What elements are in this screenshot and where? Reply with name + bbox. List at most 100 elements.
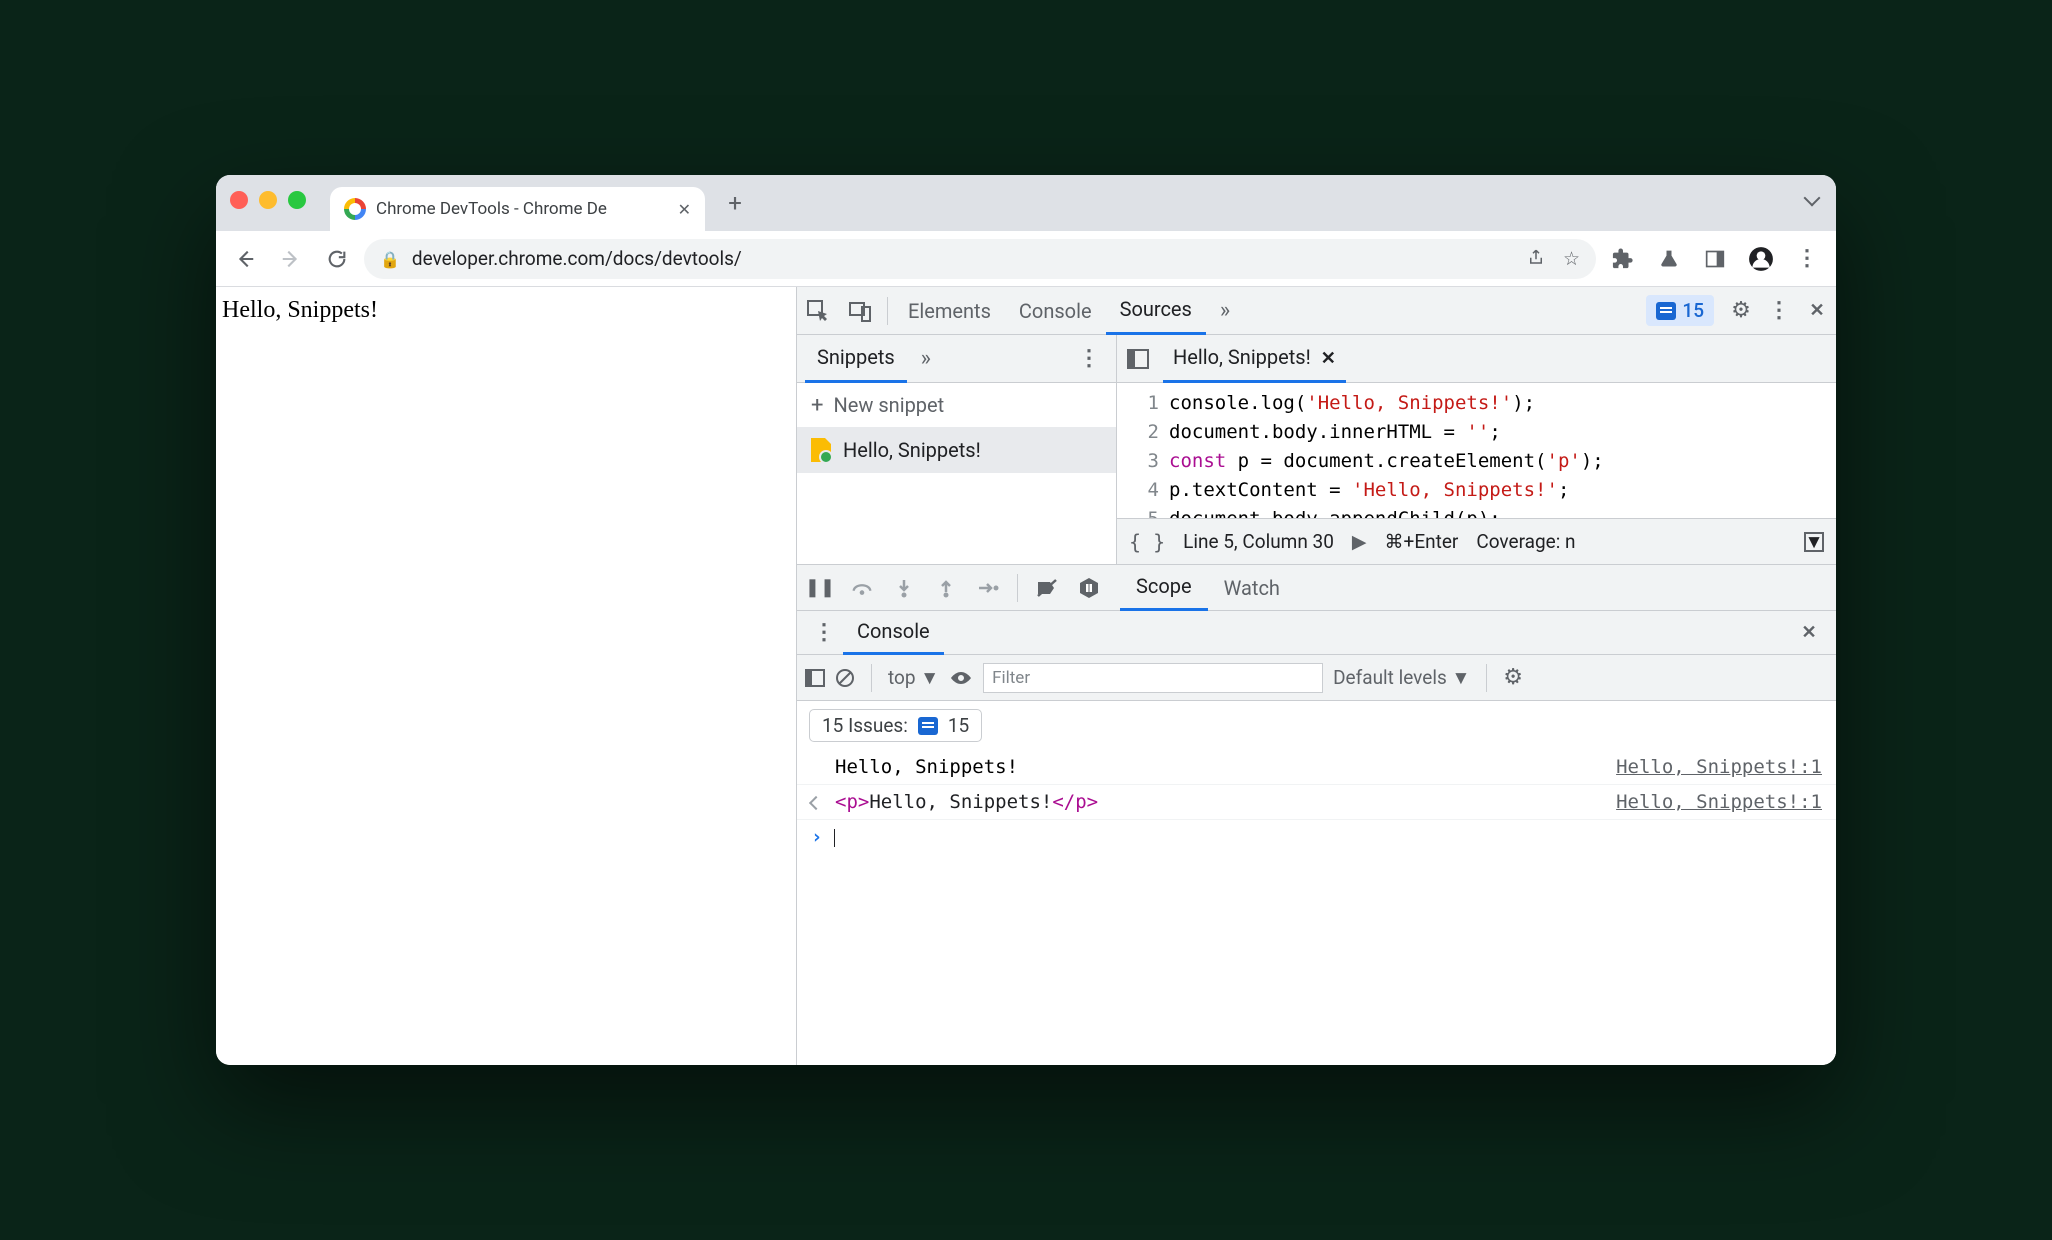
avatar-icon (1748, 246, 1774, 272)
pause-button[interactable]: ❚❚ (801, 569, 839, 607)
step-over-button[interactable] (843, 569, 881, 607)
levels-selector[interactable]: Default levels ▼ (1333, 666, 1470, 690)
console-messages: Hello, Snippets! Hello, Snippets!:1 <p>H… (797, 750, 1836, 1065)
code-editor[interactable]: 1 2 3 4 5 console.log('Hello, Snippets!'… (1117, 383, 1836, 518)
close-window-button[interactable] (230, 191, 248, 209)
tab-elements[interactable]: Elements (894, 287, 1005, 335)
nav-more-tabs[interactable] (907, 340, 945, 378)
close-drawer-button[interactable] (1790, 614, 1828, 652)
chrome-menu-button[interactable] (1788, 240, 1826, 278)
console-toolbar: top ▼ Filter Default levels ▼ (797, 655, 1836, 701)
issues-pill[interactable]: 15 Issues: 15 (809, 709, 982, 742)
issues-pill-count: 15 (948, 714, 969, 737)
tab-sources[interactable]: Sources (1106, 287, 1206, 335)
console-row[interactable]: <p>Hello, Snippets!</p> Hello, Snippets!… (797, 785, 1836, 820)
side-panel-icon (1705, 249, 1725, 269)
new-snippet-button[interactable]: + New snippet (797, 383, 1116, 427)
issues-label: 15 Issues: (822, 714, 908, 737)
context-selector[interactable]: top ▼ (888, 666, 939, 690)
pause-on-exceptions-button[interactable] (1070, 569, 1108, 607)
chat-icon (1656, 302, 1676, 320)
code-content: console.log('Hello, Snippets!');document… (1169, 383, 1836, 518)
console-drawer: Console top ▼ Filter Default levels ▼ (797, 611, 1836, 1065)
log-message: Hello, Snippets! (811, 756, 1616, 778)
snippet-name: Hello, Snippets! (843, 438, 981, 462)
address-bar[interactable]: developer.chrome.com/docs/devtools/ ☆ (364, 239, 1596, 279)
device-icon (848, 299, 872, 323)
tab-scope[interactable]: Scope (1120, 565, 1208, 611)
browser-tab[interactable]: Chrome DevTools - Chrome De ✕ (330, 187, 705, 231)
issues-row: 15 Issues: 15 (797, 701, 1836, 750)
drawer-menu-button[interactable] (805, 614, 843, 652)
snippet-item[interactable]: Hello, Snippets! (797, 427, 1116, 473)
page-body: Hello, Snippets! (216, 287, 796, 1065)
reload-button[interactable] (318, 240, 356, 278)
step-out-button[interactable] (927, 569, 965, 607)
pretty-print-icon[interactable]: { } (1129, 530, 1165, 554)
maximize-window-button[interactable] (288, 191, 306, 209)
share-icon[interactable] (1527, 247, 1545, 270)
star-icon[interactable]: ☆ (1563, 247, 1580, 270)
labs-button[interactable] (1650, 240, 1688, 278)
tab-title: Chrome DevTools - Chrome De (376, 199, 668, 219)
new-tab-button[interactable]: + (717, 185, 753, 221)
chat-icon (918, 717, 938, 735)
device-toolbar-button[interactable] (839, 299, 881, 323)
coverage-label: Coverage: n (1476, 530, 1575, 553)
issues-badge[interactable]: 15 (1646, 295, 1714, 326)
tab-search-icon[interactable] (1806, 189, 1818, 208)
side-panel-button[interactable] (1696, 240, 1734, 278)
filter-input[interactable]: Filter (983, 663, 1323, 693)
file-tab-label: Hello, Snippets! (1173, 345, 1311, 369)
drawer-tab-console[interactable]: Console (843, 611, 944, 655)
snippet-list: Hello, Snippets! (797, 427, 1116, 564)
tab-console[interactable]: Console (1005, 287, 1106, 335)
log-source[interactable]: Hello, Snippets!:1 (1616, 791, 1822, 813)
back-button[interactable] (226, 240, 264, 278)
console-row[interactable]: Hello, Snippets! Hello, Snippets!:1 (797, 750, 1836, 785)
snippet-file-icon (811, 438, 831, 462)
tab-watch[interactable]: Watch (1208, 565, 1296, 611)
close-file-icon[interactable] (1321, 345, 1336, 369)
gutter: 1 2 3 4 5 (1117, 383, 1169, 518)
toggle-debugger-icon[interactable]: ▼ (1804, 532, 1824, 552)
inspect-icon (806, 299, 830, 323)
live-expression-icon[interactable] (949, 670, 973, 686)
editor-pane: Hello, Snippets! 1 2 3 4 5 console.log('… (1117, 335, 1836, 564)
toggle-navigator-icon[interactable] (1127, 349, 1149, 369)
profile-button[interactable] (1742, 240, 1780, 278)
log-source[interactable]: Hello, Snippets!:1 (1616, 756, 1822, 778)
sources-panel: Snippets + New snippet Hello, Snippets! (797, 335, 1836, 565)
run-icon[interactable] (1352, 530, 1367, 553)
close-devtools-button[interactable] (1798, 292, 1836, 330)
close-tab-icon[interactable]: ✕ (678, 200, 691, 219)
step-button[interactable] (969, 569, 1007, 607)
content-area: Hello, Snippets! Elements Console Source… (216, 287, 1836, 1065)
file-tab[interactable]: Hello, Snippets! (1163, 335, 1346, 383)
url-text: developer.chrome.com/docs/devtools/ (412, 247, 742, 270)
editor-statusbar: { } Line 5, Column 30 ⌘+Enter Coverage: … (1117, 518, 1836, 564)
console-settings-icon[interactable] (1503, 665, 1523, 690)
log-message: <p>Hello, Snippets!</p> (835, 791, 1616, 813)
minimize-window-button[interactable] (259, 191, 277, 209)
extensions-button[interactable] (1604, 240, 1642, 278)
browser-window: Chrome DevTools - Chrome De ✕ + develope… (216, 175, 1836, 1065)
devtools-menu-button[interactable] (1760, 292, 1798, 330)
more-tabs-button[interactable] (1206, 287, 1244, 335)
return-icon (811, 791, 835, 813)
clear-console-icon[interactable] (835, 668, 855, 688)
inspect-element-button[interactable] (797, 299, 839, 323)
tab-strip: Chrome DevTools - Chrome De ✕ + (216, 175, 1836, 231)
step-into-button[interactable] (885, 569, 923, 607)
nav-menu-button[interactable] (1070, 340, 1108, 378)
window-controls (230, 191, 306, 209)
arrow-right-icon (280, 248, 302, 270)
chrome-favicon-icon (344, 198, 366, 220)
deactivate-breakpoints-button[interactable] (1028, 569, 1066, 607)
nav-tab-snippets[interactable]: Snippets (805, 335, 907, 383)
console-prompt[interactable]: › (797, 820, 1836, 854)
settings-button[interactable] (1722, 292, 1760, 330)
editor-header: Hello, Snippets! (1117, 335, 1836, 383)
show-sidebar-icon[interactable] (805, 669, 825, 687)
forward-button[interactable] (272, 240, 310, 278)
